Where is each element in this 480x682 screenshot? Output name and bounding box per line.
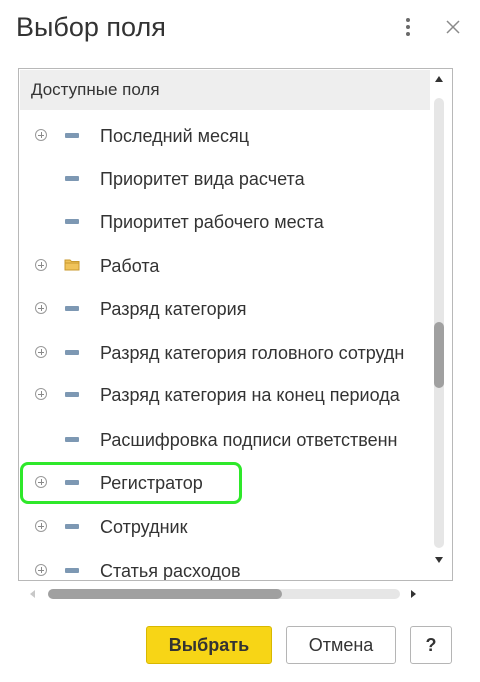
tree-item-label: Расшифровка подписи ответственн: [100, 430, 398, 450]
available-fields-tree[interactable]: Доступные поля Последний месяц Приоритет…: [18, 68, 453, 581]
tree-item-signature-decoding[interactable]: Расшифровка подписи ответственн: [19, 419, 431, 461]
tree-item-label: Последний месяц: [100, 126, 250, 146]
tree-item-label: Работа: [100, 256, 160, 276]
help-button[interactable]: ?: [410, 626, 452, 664]
field-icon: [65, 176, 79, 181]
field-icon: [65, 306, 79, 311]
tree-item-label: Приоритет рабочего места: [100, 212, 324, 232]
cancel-button[interactable]: Отмена: [286, 626, 396, 664]
close-icon: [446, 20, 460, 34]
tree-item-registrar[interactable]: Регистратор: [19, 462, 431, 504]
more-options-button[interactable]: [396, 14, 420, 40]
field-icon: [65, 133, 79, 138]
tree-item-calc-priority[interactable]: Приоритет вида расчета: [19, 158, 431, 200]
field-icon: [65, 350, 79, 355]
expand-icon[interactable]: [35, 564, 47, 576]
tree-item-category-rank[interactable]: Разряд категория: [19, 288, 431, 330]
tree-item-head-employee-rank[interactable]: Разряд категория головного сотрудн: [19, 332, 431, 374]
tree-item-label: Разряд категория головного сотрудн: [100, 343, 405, 363]
scroll-right-icon[interactable]: [411, 590, 416, 598]
tree-item-work[interactable]: Работа: [19, 245, 431, 287]
field-icon: [65, 392, 79, 397]
tree-item-expense-item[interactable]: Статья расходов: [19, 550, 431, 581]
tree-item-workplace-priority[interactable]: Приоритет рабочего места: [19, 201, 431, 243]
expand-icon[interactable]: [35, 129, 47, 141]
field-icon: [65, 524, 79, 529]
field-icon: [65, 219, 79, 224]
tree-item-period-end-rank[interactable]: Разряд категория на конец периода: [19, 374, 431, 416]
field-icon: [65, 480, 79, 485]
scroll-left-icon[interactable]: [30, 590, 35, 598]
scroll-up-icon[interactable]: [435, 76, 443, 82]
tree-header: Доступные поля: [20, 70, 430, 110]
field-icon: [65, 437, 79, 442]
scroll-thumb[interactable]: [48, 589, 282, 599]
vertical-scrollbar[interactable]: [429, 68, 449, 579]
tree-item-label: Сотрудник: [100, 517, 188, 537]
expand-icon[interactable]: [35, 476, 47, 488]
close-button[interactable]: [440, 14, 466, 40]
expand-icon[interactable]: [35, 302, 47, 314]
scroll-thumb[interactable]: [434, 322, 444, 388]
expand-icon[interactable]: [35, 520, 47, 532]
expand-icon[interactable]: [35, 346, 47, 358]
horizontal-scrollbar[interactable]: [22, 584, 422, 604]
tree-item-last-month[interactable]: Последний месяц: [19, 115, 431, 157]
dialog-title: Выбор поля: [16, 12, 166, 42]
tree-item-label: Разряд категория на конец периода: [100, 385, 400, 405]
field-selection-dialog: Выбор поля Доступные поля Последний меся…: [0, 0, 480, 682]
scroll-down-icon[interactable]: [435, 557, 443, 563]
select-button[interactable]: Выбрать: [146, 626, 272, 664]
field-icon: [65, 568, 79, 573]
tree-item-employee[interactable]: Сотрудник: [19, 506, 431, 548]
folder-icon: [64, 259, 80, 271]
tree-item-label: Статья расходов: [100, 561, 241, 581]
expand-icon[interactable]: [35, 259, 47, 271]
expand-icon[interactable]: [35, 388, 47, 400]
tree-item-label: Разряд категория: [100, 299, 247, 319]
tree-item-label: Регистратор: [100, 473, 203, 493]
more-vertical-icon: [406, 18, 410, 36]
tree-item-label: Приоритет вида расчета: [100, 169, 305, 189]
